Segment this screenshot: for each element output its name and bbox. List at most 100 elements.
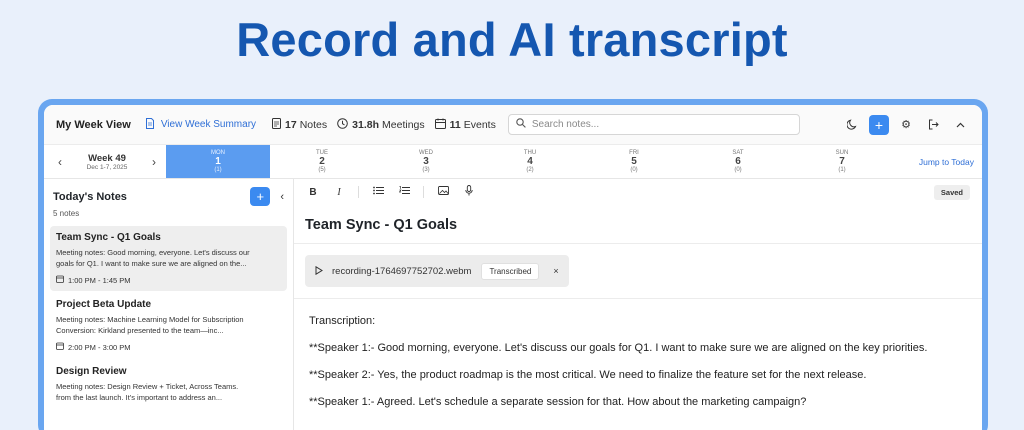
meetings-label: Meetings — [382, 118, 425, 131]
note-preview-line: from the last launch. It's important to … — [56, 393, 223, 402]
toolbar-divider — [358, 186, 359, 198]
sidebar-title: Today's Notes — [53, 190, 127, 203]
notes-label: Notes — [299, 118, 328, 131]
events-count: 11 — [449, 118, 461, 131]
calendar-icon — [56, 275, 64, 285]
events-label: Events — [463, 118, 496, 131]
note-preview-line: Meeting notes: Design Review + Ticket, A… — [56, 382, 239, 391]
day-wed[interactable]: WED 3 (3) — [374, 145, 478, 178]
clock-icon — [337, 117, 348, 132]
meetings-hours: 31.8h — [352, 118, 380, 131]
notes-stat: 17 Notes — [272, 117, 328, 132]
play-icon[interactable] — [315, 265, 323, 277]
week-bar: ‹ Week 49 Dec 1-7, 2025 › MON 1 (1) TUE … — [44, 145, 982, 179]
day-count: (5) — [318, 167, 326, 173]
day-tue[interactable]: TUE 2 (5) — [270, 145, 374, 178]
day-number: 4 — [527, 156, 533, 167]
app-title: My Week View — [56, 118, 131, 131]
view-week-summary-label: View Week Summary — [160, 119, 257, 130]
chevron-up-icon[interactable] — [950, 115, 970, 135]
note-item[interactable]: Team Sync - Q1 Goals Meeting notes: Good… — [50, 226, 287, 291]
day-number: 7 — [839, 156, 845, 167]
bullet-list-icon[interactable] — [371, 186, 385, 198]
main-area: Today's Notes + ‹ 5 notes Team Sync - Q1… — [44, 179, 982, 430]
document-icon — [145, 117, 155, 132]
close-icon[interactable]: × — [553, 266, 558, 276]
day-strip: MON 1 (1) TUE 2 (5) WED 3 (3) THU 4 (2) … — [166, 145, 982, 178]
transcript-line: **Speaker 2:- Yes, the product roadmap i… — [309, 369, 867, 381]
transcript-heading: Transcription: — [309, 315, 376, 327]
note-preview-line: Conversion: Kirkland presented to the te… — [56, 326, 224, 335]
day-count: (1) — [838, 167, 846, 173]
transcript-line: **Speaker 1:- Good morning, everyone. Le… — [309, 342, 928, 354]
note-title: Design Review — [56, 366, 127, 377]
top-bar: My Week View View Week Summary 17 Notes … — [44, 105, 982, 145]
day-fri[interactable]: FRI 5 (0) — [582, 145, 686, 178]
image-icon[interactable] — [436, 186, 450, 198]
note-editor: B I Saved Team Sync - Q1 Goals recording… — [294, 179, 982, 430]
app-frame: My Week View View Week Summary 17 Notes … — [38, 99, 988, 430]
note-time: 2:00 PM - 3:00 PM — [56, 342, 281, 352]
chevron-right-icon[interactable]: › — [152, 155, 156, 169]
recording-section: recording-1764697752702.webm Transcribed… — [294, 244, 982, 299]
note-preview-line: goals for Q1. I want to make sure we are… — [56, 259, 247, 268]
day-number: 6 — [735, 156, 741, 167]
day-sun[interactable]: SUN 7 (1) — [790, 145, 894, 178]
day-count: (3) — [422, 167, 430, 173]
recording-filename: recording-1764697752702.webm — [332, 265, 472, 277]
search-icon — [516, 118, 526, 131]
note-item[interactable]: Design Review Meeting notes: Design Revi… — [50, 360, 287, 409]
note-title: Team Sync - Q1 Goals — [56, 232, 161, 243]
note-preview-line: Meeting notes: Machine Learning Model fo… — [56, 315, 244, 324]
calendar-icon — [56, 342, 64, 352]
note-icon — [272, 117, 282, 132]
calendar-icon — [434, 118, 446, 132]
transcript-line: **Speaker 1:- Agreed. Let's schedule a s… — [309, 396, 807, 408]
hero-title: Record and AI transcript — [236, 13, 788, 66]
italic-icon[interactable]: I — [332, 187, 346, 198]
day-sat[interactable]: SAT 6 (0) — [686, 145, 790, 178]
editor-toolbar: B I Saved — [294, 179, 982, 205]
week-number: Week 49 — [88, 152, 126, 164]
search-placeholder: Search notes... — [531, 119, 600, 130]
day-count: (2) — [526, 167, 534, 173]
logout-icon[interactable] — [923, 115, 943, 135]
microphone-icon[interactable] — [462, 185, 476, 199]
note-title: Project Beta Update — [56, 299, 152, 310]
note-time-label: 2:00 PM - 3:00 PM — [68, 342, 131, 352]
day-mon[interactable]: MON 1 (1) — [166, 145, 270, 178]
day-number: 5 — [631, 156, 637, 167]
jump-to-today-button[interactable]: Jump to Today — [919, 145, 982, 178]
transcribed-badge: Transcribed — [481, 262, 540, 280]
events-stat: 11 Events — [434, 118, 496, 132]
chevron-left-icon[interactable]: ‹ — [58, 155, 62, 169]
numbered-list-icon[interactable] — [397, 186, 411, 198]
day-thu[interactable]: THU 4 (2) — [478, 145, 582, 178]
moon-icon[interactable] — [842, 115, 862, 135]
plus-icon[interactable]: + — [869, 114, 889, 135]
view-week-summary-link[interactable]: View Week Summary — [145, 117, 257, 132]
toolbar-divider — [423, 186, 424, 198]
notes-count: 17 — [285, 118, 297, 131]
day-count: (1) — [214, 167, 222, 173]
search-input[interactable]: Search notes... — [507, 114, 800, 135]
week-navigator: ‹ Week 49 Dec 1-7, 2025 › — [44, 145, 166, 178]
transcript-body[interactable]: Transcription: **Speaker 1:- Good mornin… — [294, 299, 982, 408]
add-note-button[interactable]: + — [250, 187, 271, 206]
day-count: (0) — [630, 167, 638, 173]
day-number: 1 — [215, 156, 221, 167]
recording-attachment: recording-1764697752702.webm Transcribed… — [305, 255, 569, 287]
note-title-heading[interactable]: Team Sync - Q1 Goals — [294, 205, 982, 244]
note-preview-line: Meeting notes: Good morning, everyone. L… — [56, 248, 250, 257]
notes-sidebar: Today's Notes + ‹ 5 notes Team Sync - Q1… — [44, 179, 294, 430]
app-window: My Week View View Week Summary 17 Notes … — [44, 105, 982, 430]
collapse-sidebar-icon[interactable]: ‹ — [280, 191, 284, 203]
note-item[interactable]: Project Beta Update Meeting notes: Machi… — [50, 293, 287, 358]
saved-status-badge: Saved — [933, 184, 970, 200]
bold-icon[interactable]: B — [306, 187, 320, 198]
day-count: (0) — [734, 167, 742, 173]
gear-icon[interactable]: ⚙ — [896, 115, 916, 135]
day-number: 3 — [423, 156, 429, 167]
note-time-label: 1:00 PM - 1:45 PM — [68, 275, 131, 285]
day-number: 2 — [319, 156, 325, 167]
